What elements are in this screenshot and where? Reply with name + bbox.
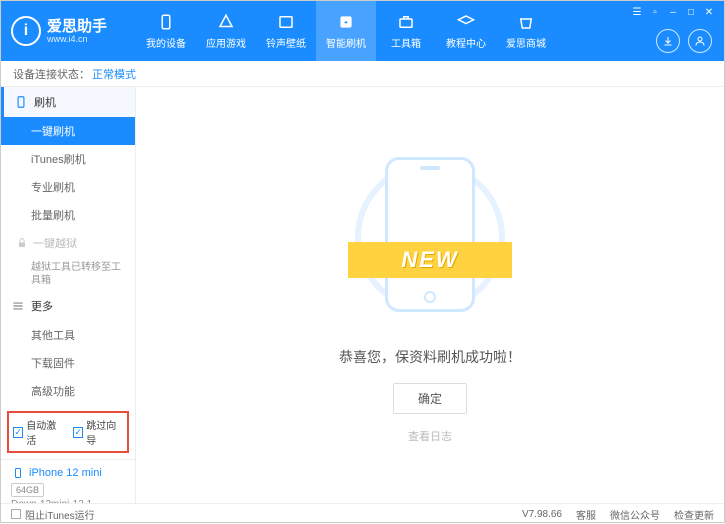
- footer-update-link[interactable]: 检查更新: [674, 507, 714, 522]
- device-firmware: Down-12mini-13,1: [11, 499, 125, 503]
- device-section[interactable]: iPhone 12 mini 64GB Down-12mini-13,1: [1, 459, 135, 503]
- app-header: i 爱思助手 www.i4.cn 我的设备 应用游戏 铃声壁纸 智能刷机 工具箱: [1, 1, 724, 61]
- nav-tutorials[interactable]: 教程中心: [436, 1, 496, 61]
- success-message: 恭喜您，保资料刷机成功啦！: [339, 347, 521, 367]
- apps-icon: [216, 12, 236, 32]
- store-icon: [516, 12, 536, 32]
- checkbox-icon: ✓: [73, 427, 83, 438]
- sidebar-item-other-tools[interactable]: 其他工具: [1, 321, 135, 349]
- device-phone-icon: [11, 466, 25, 480]
- confirm-button[interactable]: 确定: [393, 383, 467, 414]
- nav-my-device[interactable]: 我的设备: [136, 1, 196, 61]
- view-log-link[interactable]: 查看日志: [408, 428, 452, 444]
- sidebar-item-itunes-flash[interactable]: iTunes刷机: [1, 145, 135, 173]
- sidebar-item-batch-flash[interactable]: 批量刷机: [1, 201, 135, 229]
- jailbreak-note: 越狱工具已转移至工具箱: [1, 257, 135, 291]
- toolbox-icon: [396, 12, 416, 32]
- more-icon: [11, 299, 25, 313]
- sidebar-section-flash[interactable]: 刷机: [1, 87, 135, 117]
- nav-apps-games[interactable]: 应用游戏: [196, 1, 256, 61]
- flash-icon: [336, 12, 356, 32]
- footer: 阻止iTunes运行 V7.98.66 客服 微信公众号 检查更新: [1, 503, 724, 524]
- status-value: 正常模式: [92, 66, 136, 82]
- phone-icon: [156, 12, 176, 32]
- sidebar-item-download-firmware[interactable]: 下载固件: [1, 349, 135, 377]
- sidebar-section-more[interactable]: 更多: [1, 291, 135, 321]
- device-name: iPhone 12 mini: [11, 466, 125, 480]
- status-label: 设备连接状态：: [13, 66, 90, 82]
- status-bar: 设备连接状态： 正常模式: [1, 61, 724, 87]
- user-button[interactable]: [688, 29, 712, 53]
- version-label: V7.98.66: [522, 509, 562, 520]
- menu-button[interactable]: ☰: [630, 5, 644, 19]
- maximize-button[interactable]: □: [684, 5, 698, 19]
- nav-toolbox[interactable]: 工具箱: [376, 1, 436, 61]
- window-controls: ☰ ▫ – □ ✕: [630, 5, 716, 19]
- minimize-button[interactable]: –: [666, 5, 680, 19]
- success-illustration: NEW: [360, 147, 500, 327]
- footer-service-link[interactable]: 客服: [576, 507, 596, 522]
- tutorial-icon: [456, 12, 476, 32]
- main-panel: NEW 恭喜您，保资料刷机成功啦！ 确定 查看日志: [136, 87, 724, 503]
- checkbox-skip-guide[interactable]: ✓ 跳过向导: [73, 417, 123, 447]
- logo-area: i 爱思助手 www.i4.cn: [11, 16, 136, 46]
- nav-ringtone-wallpaper[interactable]: 铃声壁纸: [256, 1, 316, 61]
- phone-icon: [14, 95, 28, 109]
- checkbox-auto-activate[interactable]: ✓ 自动激活: [13, 417, 63, 447]
- sidebar-item-jailbreak: 一键越狱: [1, 229, 135, 257]
- checkbox-highlight-area: ✓ 自动激活 ✓ 跳过向导: [7, 411, 129, 453]
- sidebar: 刷机 一键刷机 iTunes刷机 专业刷机 批量刷机 一键越狱 越狱工具已转移至…: [1, 87, 136, 503]
- skin-button[interactable]: ▫: [648, 5, 662, 19]
- sidebar-item-onekey-flash[interactable]: 一键刷机: [1, 117, 135, 145]
- lock-icon: [15, 236, 29, 250]
- close-button[interactable]: ✕: [702, 5, 716, 19]
- footer-wechat-link[interactable]: 微信公众号: [610, 507, 660, 522]
- checkbox-icon: [11, 509, 21, 519]
- app-url: www.i4.cn: [47, 34, 107, 44]
- top-nav: 我的设备 应用游戏 铃声壁纸 智能刷机 工具箱 教程中心 爱思商城: [136, 1, 556, 61]
- app-name: 爱思助手: [47, 19, 107, 34]
- header-actions: [656, 29, 712, 53]
- sidebar-item-advanced[interactable]: 高级功能: [1, 377, 135, 405]
- checkbox-icon: ✓: [13, 427, 23, 438]
- logo-icon: i: [11, 16, 41, 46]
- wallpaper-icon: [276, 12, 296, 32]
- nav-store[interactable]: 爱思商城: [496, 1, 556, 61]
- content-area: 刷机 一键刷机 iTunes刷机 专业刷机 批量刷机 一键越狱 越狱工具已转移至…: [1, 87, 724, 503]
- checkbox-block-itunes[interactable]: 阻止iTunes运行: [11, 507, 95, 522]
- new-ribbon: NEW: [360, 242, 500, 278]
- sidebar-item-pro-flash[interactable]: 专业刷机: [1, 173, 135, 201]
- nav-smart-flash[interactable]: 智能刷机: [316, 1, 376, 61]
- download-button[interactable]: [656, 29, 680, 53]
- device-storage-badge: 64GB: [11, 483, 44, 497]
